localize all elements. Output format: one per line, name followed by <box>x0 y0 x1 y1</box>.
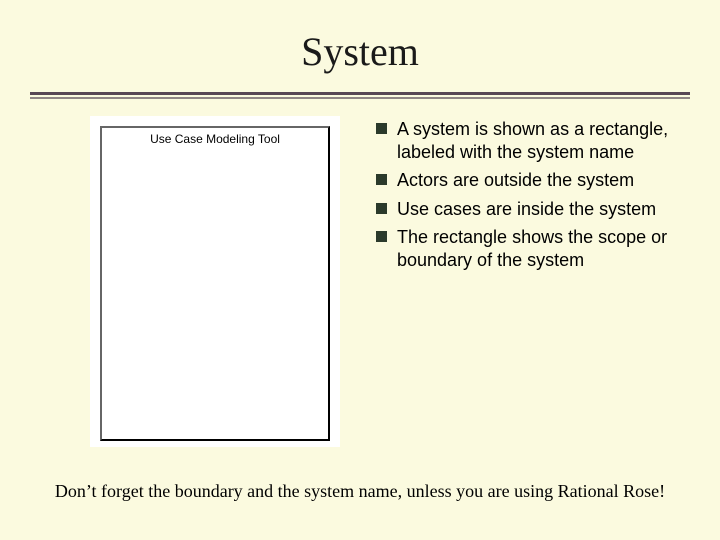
slide-title: System <box>0 0 720 75</box>
square-bullet-icon <box>376 123 387 134</box>
system-rectangle: Use Case Modeling Tool <box>100 126 330 441</box>
bullet-text: A system is shown as a rectangle, labele… <box>397 118 680 163</box>
title-underline <box>30 92 690 99</box>
list-item: The rectangle shows the scope or boundar… <box>376 226 680 271</box>
diagram-container: Use Case Modeling Tool <box>90 116 340 447</box>
bullet-text: The rectangle shows the scope or boundar… <box>397 226 680 271</box>
square-bullet-icon <box>376 231 387 242</box>
bullet-text: Actors are outside the system <box>397 169 634 192</box>
system-rectangle-label: Use Case Modeling Tool <box>102 132 328 146</box>
square-bullet-icon <box>376 174 387 185</box>
bullet-list: A system is shown as a rectangle, labele… <box>376 116 680 447</box>
content-area: Use Case Modeling Tool A system is shown… <box>90 116 680 447</box>
list-item: Actors are outside the system <box>376 169 680 192</box>
list-item: A system is shown as a rectangle, labele… <box>376 118 680 163</box>
footnote-text: Don’t forget the boundary and the system… <box>0 481 720 502</box>
bullet-text: Use cases are inside the system <box>397 198 656 221</box>
square-bullet-icon <box>376 203 387 214</box>
list-item: Use cases are inside the system <box>376 198 680 221</box>
